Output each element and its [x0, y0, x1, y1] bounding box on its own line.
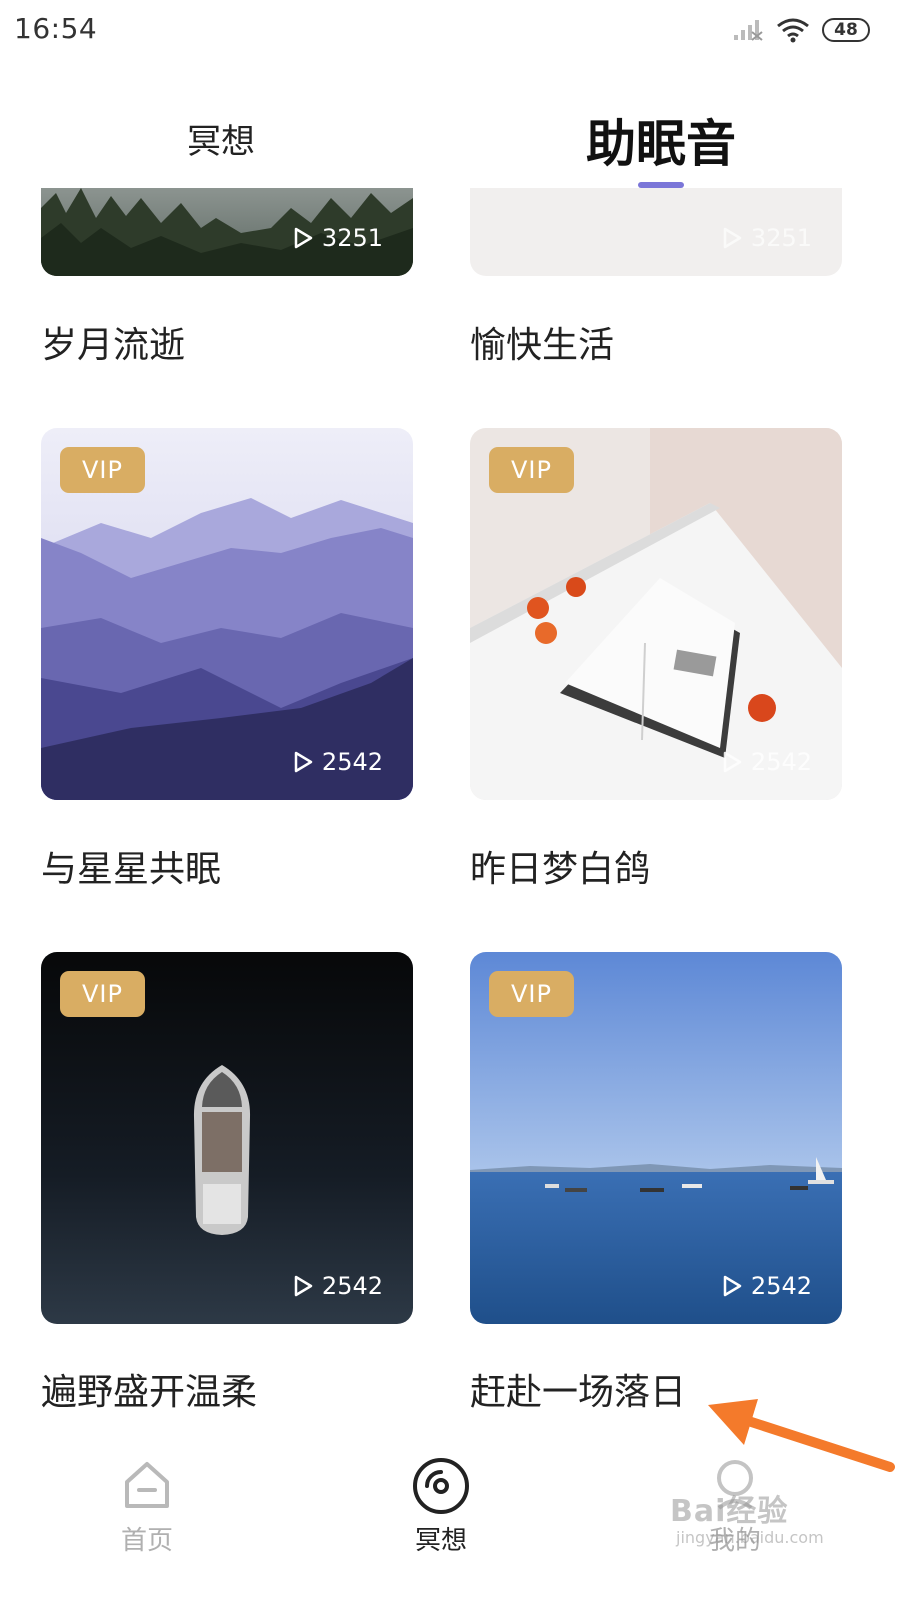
sound-card[interactable]: 3251 [41, 188, 413, 276]
sound-card[interactable]: VIP 2542 [41, 428, 413, 800]
card-title: 昨日梦白鸽 [470, 849, 651, 890]
wifi-icon [777, 18, 809, 43]
watermark-url: jingyan.baidu.com [676, 1528, 824, 1547]
vip-badge: VIP [489, 971, 574, 1017]
status-icons: 48 [732, 14, 870, 46]
card-title: 愉快生活 [470, 325, 615, 366]
play-icon [294, 227, 313, 249]
play-count-value: 2542 [321, 1272, 383, 1300]
vip-badge: VIP [60, 971, 145, 1017]
play-count-value: 2542 [750, 748, 812, 776]
sound-card[interactable]: 3251 [470, 188, 842, 276]
card-title: 赶赴一场落日 [470, 1372, 687, 1413]
signal-icon [734, 20, 763, 41]
play-count: 3251 [292, 224, 383, 252]
play-count-value: 2542 [321, 748, 383, 776]
battery-icon: 48 [822, 18, 870, 42]
sound-card[interactable]: VIP 2542 [41, 952, 413, 1324]
home-icon [125, 1462, 169, 1508]
vip-badge: VIP [60, 447, 145, 493]
vip-badge: VIP [489, 447, 574, 493]
play-count: 2542 [721, 1272, 812, 1300]
sound-card[interactable]: VIP 2542 [470, 952, 842, 1324]
top-tabs: 冥想 助眠音 [0, 70, 900, 190]
play-icon [723, 751, 742, 773]
play-count: 2542 [721, 748, 812, 776]
play-count: 2542 [292, 1272, 383, 1300]
status-time: 16:54 [14, 12, 98, 45]
play-icon [723, 1275, 742, 1297]
watermark-logo: Bai经验 [670, 1494, 789, 1529]
status-bar: 16:54 48 [0, 0, 900, 62]
meditate-disc-icon [413, 1458, 469, 1514]
play-count: 3251 [721, 224, 812, 252]
tab-meditate[interactable]: 冥想 [187, 114, 255, 163]
play-count-value: 3251 [750, 224, 812, 252]
play-count-value: 2542 [750, 1272, 812, 1300]
play-icon [294, 1275, 313, 1297]
card-title: 岁月流逝 [41, 325, 186, 366]
tab-sleep-sounds[interactable]: 助眠音 [586, 104, 736, 176]
play-count-value: 3251 [321, 224, 383, 252]
nav-home-label: 首页 [120, 1526, 173, 1556]
play-count: 2542 [292, 748, 383, 776]
sound-card[interactable]: VIP 2542 [470, 428, 842, 800]
play-icon [723, 227, 742, 249]
card-title: 与星星共眠 [41, 849, 222, 890]
card-title: 遍野盛开温柔 [41, 1372, 258, 1413]
nav-meditate-label: 冥想 [414, 1526, 467, 1556]
play-icon [294, 751, 313, 773]
